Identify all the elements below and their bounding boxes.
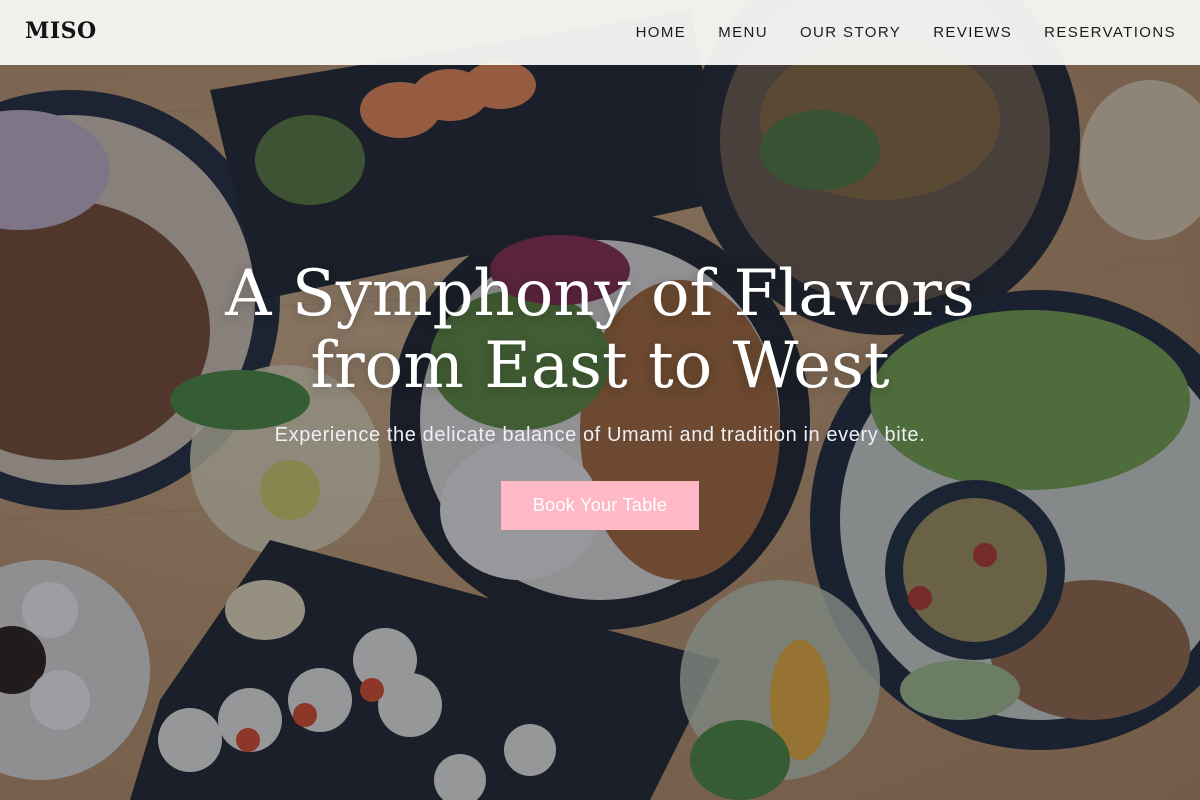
hero-section: A Symphony of Flavors from East to West …: [0, 258, 1200, 530]
hero-title-line-2: from East to West: [310, 329, 890, 403]
nav-item-reviews: REVIEWS: [933, 22, 1012, 41]
nav-link-reviews[interactable]: REVIEWS: [933, 24, 1012, 41]
top-navbar: MISO HOME MENU OUR STORY REVIEWS RESERVA…: [0, 0, 1200, 65]
hero-subtitle: Experience the delicate balance of Umami…: [274, 424, 926, 446]
book-table-button[interactable]: Book Your Table: [500, 481, 700, 530]
nav-link-reservations[interactable]: RESERVATIONS: [1044, 24, 1176, 41]
brand-logo[interactable]: MISO: [25, 18, 97, 44]
nav-item-home: HOME: [636, 22, 687, 41]
nav-link-home[interactable]: HOME: [636, 24, 687, 41]
nav-links: HOME MENU OUR STORY REVIEWS RESERVATIONS: [636, 22, 1176, 41]
nav-item-menu: MENU: [718, 22, 768, 41]
nav-link-our-story[interactable]: OUR STORY: [800, 24, 901, 41]
nav-item-our-story: OUR STORY: [800, 22, 901, 41]
page: MISO HOME MENU OUR STORY REVIEWS RESERVA…: [0, 0, 1200, 800]
hero-title: A Symphony of Flavors from East to West: [150, 258, 1050, 402]
hero-title-line-1: A Symphony of Flavors: [225, 257, 975, 331]
nav-link-menu[interactable]: MENU: [718, 24, 768, 41]
nav-item-reservations: RESERVATIONS: [1044, 22, 1176, 41]
